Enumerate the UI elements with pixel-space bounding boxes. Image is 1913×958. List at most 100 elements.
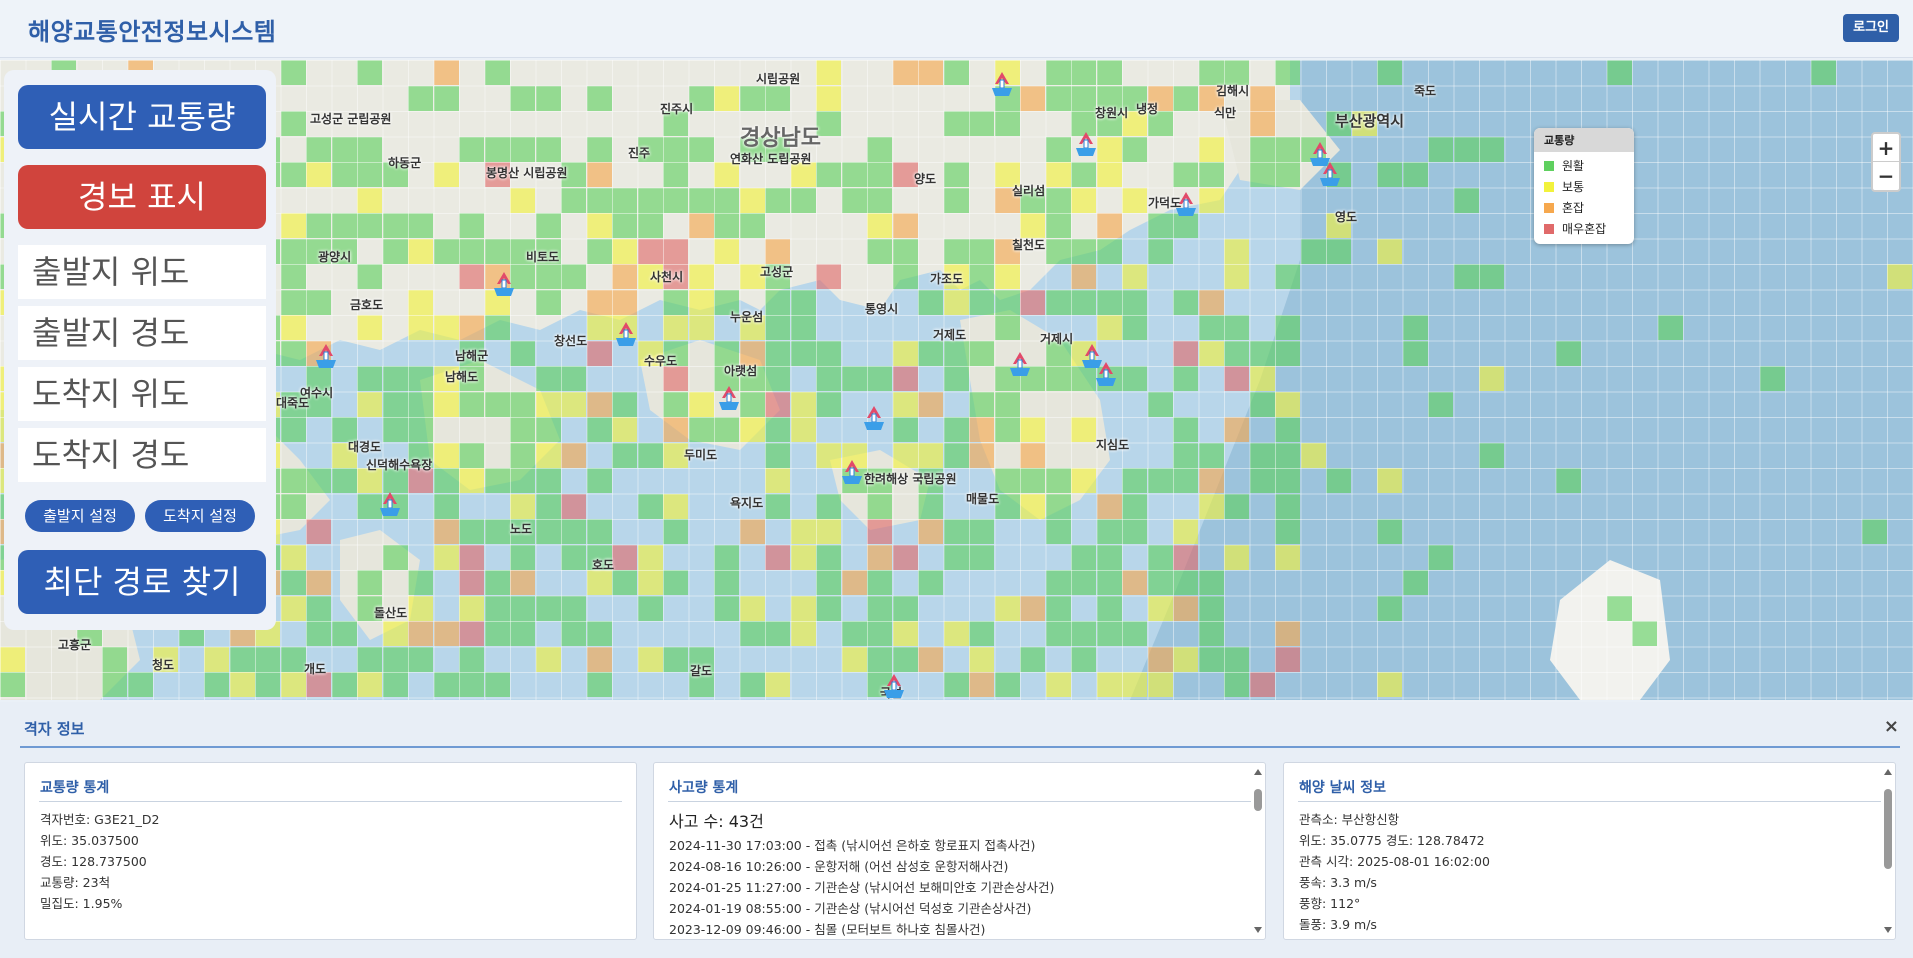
traffic-cell[interactable] [1224,264,1249,289]
traffic-cell[interactable] [459,595,484,621]
zoom-out-button[interactable]: − [1873,162,1899,190]
traffic-cell[interactable] [841,187,867,213]
traffic-cell[interactable] [790,595,816,621]
traffic-cell[interactable] [637,238,663,264]
login-button[interactable]: 로그인 [1843,14,1899,42]
traffic-cell[interactable] [1249,85,1275,111]
traffic-cell[interactable] [1096,493,1122,519]
traffic-cell[interactable] [510,187,535,213]
scroll-thumb[interactable] [1884,789,1892,869]
traffic-cell[interactable] [510,595,535,621]
traffic-cell[interactable] [867,646,892,672]
traffic-cell[interactable] [1402,570,1428,595]
traffic-cell[interactable] [1045,187,1071,213]
traffic-cell[interactable] [357,162,382,187]
traffic-cell[interactable] [1275,417,1300,442]
traffic-cell[interactable] [1122,264,1147,289]
ship-marker-icon[interactable] [1172,190,1200,220]
traffic-cell[interactable] [1453,187,1479,213]
traffic-cell[interactable] [1198,646,1224,672]
traffic-cell[interactable] [841,162,867,187]
map-view[interactable]: 경상남도 진주시 사천시 고성군 하동군 광양시 여수시 남해군 창원시 김해시… [0,60,1913,700]
traffic-cell[interactable] [586,672,612,697]
traffic-cell[interactable] [1479,136,1504,162]
traffic-cell[interactable] [1096,162,1122,187]
traffic-cell[interactable] [637,213,663,238]
traffic-cell[interactable] [714,595,739,621]
ship-marker-icon[interactable] [715,384,743,414]
traffic-cell[interactable] [1096,289,1122,315]
traffic-cell[interactable] [688,187,714,213]
traffic-cell[interactable] [433,672,459,697]
traffic-cell[interactable] [535,366,561,391]
traffic-cell[interactable] [892,60,918,85]
traffic-cell[interactable] [1377,519,1402,544]
traffic-cell[interactable] [459,136,484,162]
traffic-cell[interactable] [943,442,969,468]
traffic-cell[interactable] [1147,646,1173,672]
traffic-cell[interactable] [765,238,790,264]
traffic-cell[interactable] [663,646,688,672]
traffic-cell[interactable] [1479,442,1504,468]
traffic-cell[interactable] [637,493,663,519]
traffic-cell[interactable] [510,136,535,162]
traffic-cell[interactable] [484,519,510,544]
traffic-cell[interactable] [331,136,357,162]
traffic-cell[interactable] [1198,340,1224,366]
traffic-cell[interactable] [765,366,790,391]
traffic-cell[interactable] [357,646,382,672]
traffic-cell[interactable] [790,519,816,544]
traffic-cell[interactable] [357,213,382,238]
traffic-cell[interactable] [1096,672,1122,697]
traffic-cell[interactable] [561,366,586,391]
traffic-cell[interactable] [663,519,688,544]
traffic-cell[interactable] [892,366,918,391]
traffic-cell[interactable] [561,544,586,570]
traffic-cell[interactable] [943,289,969,315]
traffic-cell[interactable] [306,162,331,187]
traffic-cell[interactable] [1096,544,1122,570]
traffic-cell[interactable] [790,417,816,442]
traffic-cell[interactable] [1224,493,1249,519]
traffic-cell[interactable] [1249,391,1275,417]
traffic-cell[interactable] [867,570,892,595]
traffic-cell[interactable] [1198,595,1224,621]
traffic-cell[interactable] [688,315,714,340]
traffic-cell[interactable] [331,621,357,646]
traffic-cell[interactable] [484,238,510,264]
traffic-cell[interactable] [688,136,714,162]
traffic-cell[interactable] [357,136,382,162]
traffic-cell[interactable] [790,340,816,366]
traffic-cell[interactable] [841,570,867,595]
traffic-cell[interactable] [1173,468,1198,493]
traffic-cell[interactable] [586,646,612,672]
traffic-cell[interactable] [510,570,535,595]
traffic-cell[interactable] [1224,340,1249,366]
traffic-cell[interactable] [280,468,306,493]
traffic-cell[interactable] [306,289,331,315]
traffic-cell[interactable] [1045,136,1071,162]
traffic-cell[interactable] [1632,621,1657,646]
traffic-cell[interactable] [1147,238,1173,264]
traffic-cell[interactable] [739,187,765,213]
traffic-cell[interactable] [459,264,484,289]
traffic-cell[interactable] [867,136,892,162]
traffic-cell[interactable] [663,289,688,315]
traffic-cell[interactable] [994,111,1020,136]
traffic-cell[interactable] [1249,442,1275,468]
traffic-cell[interactable] [102,646,127,672]
traffic-cell[interactable] [1045,366,1071,391]
traffic-cell[interactable] [382,417,408,442]
traffic-cell[interactable] [1096,60,1122,85]
end-lon-input[interactable] [18,428,266,482]
traffic-cell[interactable] [1173,162,1198,187]
traffic-cell[interactable] [1275,493,1300,519]
traffic-cell[interactable] [1606,595,1632,621]
traffic-cell[interactable] [357,366,382,391]
traffic-cell[interactable] [408,366,433,391]
traffic-cell[interactable] [1198,493,1224,519]
traffic-cell[interactable] [969,238,994,264]
traffic-cell[interactable] [765,621,790,646]
traffic-cell[interactable] [612,289,637,315]
traffic-cell[interactable] [535,391,561,417]
